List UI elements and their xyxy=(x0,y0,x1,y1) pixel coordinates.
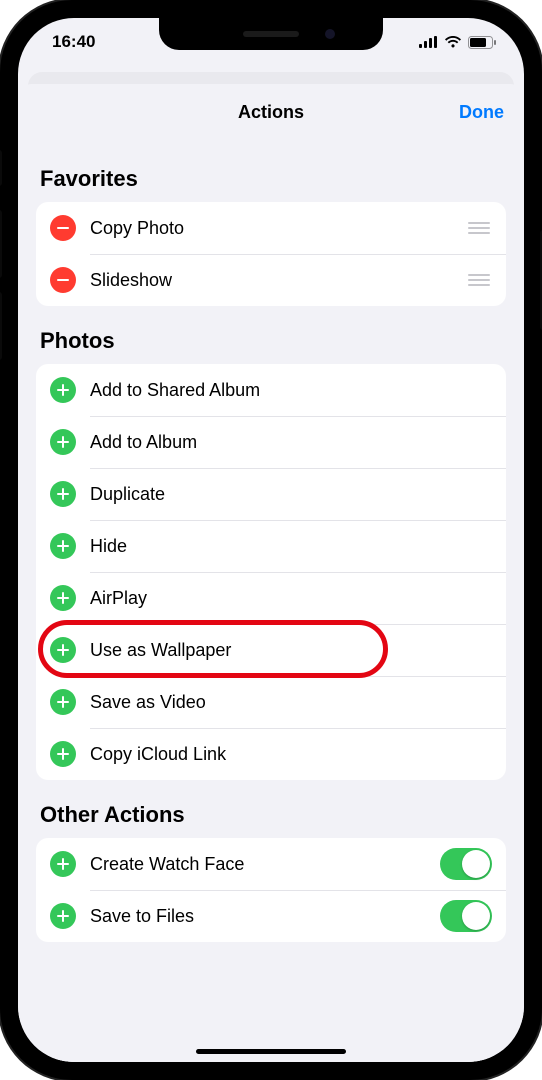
notch xyxy=(159,18,383,50)
add-icon[interactable] xyxy=(50,851,76,877)
remove-icon[interactable] xyxy=(50,267,76,293)
add-icon[interactable] xyxy=(50,481,76,507)
toggle-switch[interactable] xyxy=(440,900,492,932)
add-icon[interactable] xyxy=(50,903,76,929)
add-icon[interactable] xyxy=(50,689,76,715)
mute-switch xyxy=(0,150,2,186)
favorite-row-slideshow[interactable]: Slideshow xyxy=(36,254,506,306)
other-actions-heading: Other Actions xyxy=(36,780,506,838)
device-frame: 16:40 Actions Done Favorites xyxy=(0,0,542,1080)
actions-sheet: Actions Done Favorites Copy Photo xyxy=(18,84,524,1062)
photos-row-use-as-wallpaper[interactable]: Use as Wallpaper xyxy=(36,624,506,676)
add-icon[interactable] xyxy=(50,585,76,611)
reorder-handle-icon[interactable] xyxy=(468,274,492,286)
add-icon[interactable] xyxy=(50,637,76,663)
photos-list: Add to Shared Album Add to Album Duplica… xyxy=(36,364,506,780)
add-icon[interactable] xyxy=(50,741,76,767)
content: Favorites Copy Photo Slideshow xyxy=(18,140,524,942)
cellular-icon xyxy=(419,36,438,48)
row-label: Save to Files xyxy=(90,906,440,927)
photos-row-airplay[interactable]: AirPlay xyxy=(36,572,506,624)
photos-row-add-to-shared-album[interactable]: Add to Shared Album xyxy=(36,364,506,416)
photos-row-duplicate[interactable]: Duplicate xyxy=(36,468,506,520)
photos-row-copy-icloud-link[interactable]: Copy iCloud Link xyxy=(36,728,506,780)
nav-bar: Actions Done xyxy=(18,84,524,140)
photos-row-hide[interactable]: Hide xyxy=(36,520,506,572)
row-label: Add to Shared Album xyxy=(90,380,492,401)
row-label: Create Watch Face xyxy=(90,854,440,875)
volume-down-button xyxy=(0,292,2,360)
volume-up-button xyxy=(0,210,2,278)
battery-icon xyxy=(468,36,496,49)
other-row-save-to-files[interactable]: Save to Files xyxy=(36,890,506,942)
remove-icon[interactable] xyxy=(50,215,76,241)
row-label: Hide xyxy=(90,536,492,557)
done-button[interactable]: Done xyxy=(459,102,504,123)
favorites-heading: Favorites xyxy=(36,140,506,202)
reorder-handle-icon[interactable] xyxy=(468,222,492,234)
other-row-create-watch-face[interactable]: Create Watch Face xyxy=(36,838,506,890)
add-icon[interactable] xyxy=(50,429,76,455)
add-icon[interactable] xyxy=(50,377,76,403)
photos-row-add-to-album[interactable]: Add to Album xyxy=(36,416,506,468)
add-icon[interactable] xyxy=(50,533,76,559)
row-label: Use as Wallpaper xyxy=(90,640,492,661)
row-label: AirPlay xyxy=(90,588,492,609)
row-label: Copy Photo xyxy=(90,218,468,239)
row-label: Save as Video xyxy=(90,692,492,713)
row-label: Slideshow xyxy=(90,270,468,291)
row-label: Add to Album xyxy=(90,432,492,453)
other-actions-list: Create Watch Face Save to Files xyxy=(36,838,506,942)
photos-heading: Photos xyxy=(36,306,506,364)
favorite-row-copy-photo[interactable]: Copy Photo xyxy=(36,202,506,254)
toggle-switch[interactable] xyxy=(440,848,492,880)
row-label: Copy iCloud Link xyxy=(90,744,492,765)
page-title: Actions xyxy=(238,102,304,123)
favorites-list: Copy Photo Slideshow xyxy=(36,202,506,306)
status-indicators xyxy=(419,36,496,49)
bottom-fade xyxy=(18,1034,524,1062)
status-time: 16:40 xyxy=(52,32,95,52)
wifi-icon xyxy=(444,36,462,48)
home-indicator[interactable] xyxy=(196,1049,346,1054)
photos-row-save-as-video[interactable]: Save as Video xyxy=(36,676,506,728)
row-label: Duplicate xyxy=(90,484,492,505)
screen: 16:40 Actions Done Favorites xyxy=(18,18,524,1062)
